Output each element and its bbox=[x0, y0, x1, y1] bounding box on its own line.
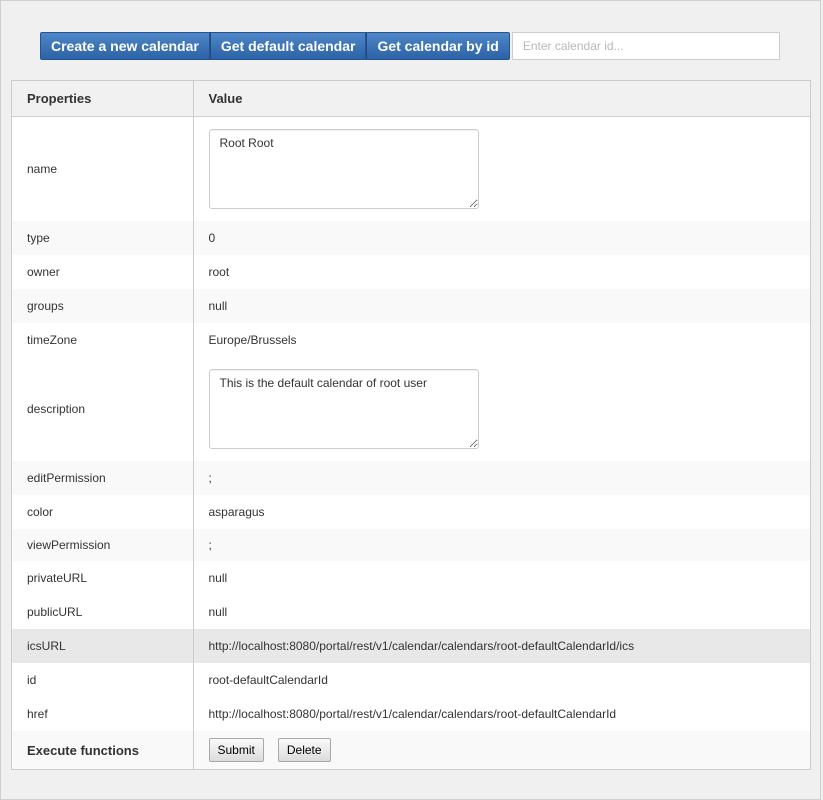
name-textarea[interactable]: Root Root bbox=[208, 129, 479, 209]
properties-table: Properties Value name Root Root type 0 o… bbox=[11, 80, 811, 770]
property-name: icsURL bbox=[12, 629, 193, 663]
property-name: privateURL bbox=[12, 561, 193, 595]
property-name: editPermission bbox=[12, 461, 193, 495]
execute-functions-row: Execute functions Submit Delete bbox=[12, 731, 810, 769]
property-value: Europe/Brussels bbox=[192, 323, 810, 357]
table-row: name Root Root bbox=[12, 116, 810, 221]
table-row: href http://localhost:8080/portal/rest/v… bbox=[12, 697, 810, 731]
value-column-header: Value bbox=[192, 81, 810, 117]
table-row: owner root bbox=[12, 255, 810, 289]
property-name: href bbox=[12, 697, 193, 731]
property-name: timeZone bbox=[12, 323, 193, 357]
property-value: ; bbox=[192, 529, 810, 561]
property-name: name bbox=[12, 116, 193, 221]
table-row: editPermission ; bbox=[12, 461, 810, 495]
calendar-id-input[interactable] bbox=[511, 32, 780, 60]
property-value: null bbox=[192, 595, 810, 629]
description-textarea[interactable]: This is the default calendar of root use… bbox=[208, 369, 479, 449]
delete-button[interactable]: Delete bbox=[277, 738, 331, 762]
table-row: groups null bbox=[12, 289, 810, 323]
get-default-calendar-button[interactable]: Get default calendar bbox=[209, 32, 367, 60]
table-row: id root-defaultCalendarId bbox=[12, 663, 810, 697]
table-row: privateURL null bbox=[12, 561, 810, 595]
property-name: owner bbox=[12, 255, 193, 289]
property-name: publicURL bbox=[12, 595, 193, 629]
property-value: asparagus bbox=[192, 495, 810, 529]
property-value: null bbox=[192, 289, 810, 323]
property-name: groups bbox=[12, 289, 193, 323]
table-row: description This is the default calendar… bbox=[12, 357, 810, 461]
property-name: description bbox=[12, 357, 193, 461]
table-row: timeZone Europe/Brussels bbox=[12, 323, 810, 357]
execute-functions-label: Execute functions bbox=[12, 731, 193, 769]
submit-button[interactable]: Submit bbox=[208, 738, 264, 762]
table-row: viewPermission ; bbox=[12, 529, 810, 561]
toolbar: Create a new calendar Get default calend… bbox=[40, 32, 780, 60]
table-header-row: Properties Value bbox=[12, 81, 810, 117]
create-calendar-button[interactable]: Create a new calendar bbox=[40, 32, 210, 60]
property-value: null bbox=[192, 561, 810, 595]
property-name: id bbox=[12, 663, 193, 697]
table-row: icsURL http://localhost:8080/portal/rest… bbox=[12, 629, 810, 663]
property-value: ; bbox=[192, 461, 810, 495]
property-value: http://localhost:8080/portal/rest/v1/cal… bbox=[192, 697, 810, 731]
property-name: type bbox=[12, 221, 193, 255]
property-value-cell: This is the default calendar of root use… bbox=[192, 357, 810, 461]
property-value-cell: Root Root bbox=[192, 116, 810, 221]
properties-column-header: Properties bbox=[12, 81, 193, 117]
table-row: publicURL null bbox=[12, 595, 810, 629]
table-row: type 0 bbox=[12, 221, 810, 255]
property-value: 0 bbox=[192, 221, 810, 255]
execute-actions-cell: Submit Delete bbox=[192, 731, 810, 769]
property-value: root-defaultCalendarId bbox=[192, 663, 810, 697]
table-row: color asparagus bbox=[12, 495, 810, 529]
property-name: viewPermission bbox=[12, 529, 193, 561]
property-value: root bbox=[192, 255, 810, 289]
get-calendar-by-id-button[interactable]: Get calendar by id bbox=[366, 32, 510, 60]
property-name: color bbox=[12, 495, 193, 529]
property-value: http://localhost:8080/portal/rest/v1/cal… bbox=[192, 629, 810, 663]
